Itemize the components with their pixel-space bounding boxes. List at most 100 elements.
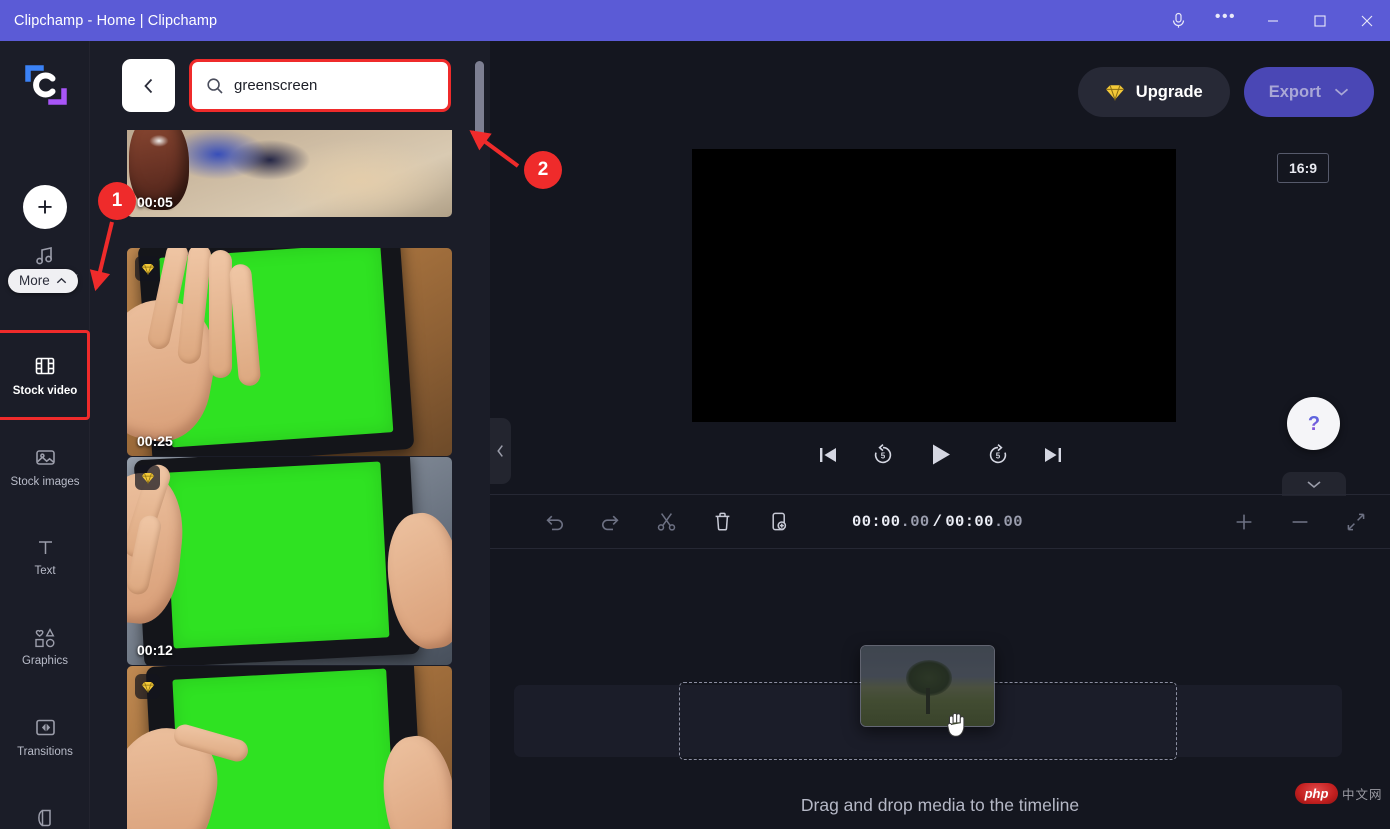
fit-to-screen-button[interactable]	[1328, 495, 1384, 548]
annotation-marker-2: 2	[524, 151, 562, 189]
sidebar-item-transitions[interactable]: Transitions	[0, 703, 90, 771]
diamond-icon	[141, 263, 155, 275]
split-button[interactable]	[638, 495, 694, 548]
rewind-5-icon: 5	[871, 443, 895, 467]
watermark: php 中文网	[1295, 783, 1383, 804]
stock-video-result[interactable]: 00:12	[127, 666, 452, 829]
svg-text:5: 5	[880, 451, 885, 460]
video-preview-canvas[interactable]	[692, 149, 1176, 422]
thumbnail-art	[127, 248, 452, 456]
duplicate-icon	[768, 511, 789, 532]
play-button[interactable]	[927, 441, 954, 468]
chevron-up-icon	[56, 277, 67, 285]
library-panel: 00:05	[90, 41, 490, 829]
minimize-icon[interactable]	[1249, 0, 1296, 41]
more-tooltip: More	[8, 269, 78, 293]
add-media-label: +	[37, 194, 53, 221]
chevron-left-icon	[496, 444, 505, 458]
playback-controls: 5 5	[490, 441, 1390, 468]
skip-to-start-icon	[817, 444, 839, 466]
back-button[interactable]	[122, 59, 175, 112]
chevron-down-icon	[1334, 87, 1349, 97]
sidebar-item-label: Stock images	[10, 476, 79, 488]
scissors-icon	[656, 511, 677, 532]
add-media-button[interactable]: +	[23, 185, 67, 229]
window-titlebar: Clipchamp - Home | Clipchamp •••	[0, 0, 1390, 41]
maximize-icon[interactable]	[1296, 0, 1343, 41]
clipchamp-window: Clipchamp - Home | Clipchamp •••	[0, 0, 1390, 829]
timecode-separator: /	[933, 513, 943, 531]
skip-to-start-button[interactable]	[817, 444, 839, 466]
microphone-icon[interactable]	[1155, 0, 1202, 41]
premium-badge	[135, 674, 160, 699]
stock-video-result[interactable]: 00:05	[127, 130, 452, 217]
redo-icon	[600, 511, 621, 532]
sidebar-item-label: Graphics	[22, 655, 68, 667]
minus-icon	[1289, 511, 1311, 533]
dragged-media-thumbnail[interactable]	[860, 645, 995, 727]
search-icon	[206, 77, 224, 95]
search-input[interactable]	[234, 77, 434, 94]
sidebar-item-label: Text	[34, 565, 55, 577]
forward-5-button[interactable]: 5	[986, 443, 1010, 467]
search-box[interactable]	[189, 59, 451, 112]
timeline-panel-toggle[interactable]	[1282, 472, 1346, 496]
timecode-display: 00:00.00/00:00.00	[852, 495, 1023, 548]
rewind-5-button[interactable]: 5	[871, 443, 895, 467]
window-title: Clipchamp - Home | Clipchamp	[14, 13, 217, 29]
sidebar-item-stock-video[interactable]: Stock video	[0, 341, 90, 409]
upgrade-button[interactable]: Upgrade	[1078, 67, 1230, 117]
close-icon[interactable]	[1343, 0, 1390, 41]
redo-button[interactable]	[582, 495, 638, 548]
timeline-zoom-controls	[1216, 495, 1384, 548]
svg-text:?: ?	[1307, 413, 1319, 435]
sidebar-item-brand-kit[interactable]: Brand kit	[0, 793, 90, 829]
upgrade-label: Upgrade	[1136, 83, 1203, 102]
zoom-in-button[interactable]	[1216, 495, 1272, 548]
ellipsis-icon[interactable]: •••	[1202, 0, 1249, 41]
export-button[interactable]: Export	[1244, 67, 1374, 117]
sidebar-item-graphics[interactable]: Graphics	[0, 613, 90, 681]
window-controls: •••	[1155, 0, 1390, 41]
timeline-track-area[interactable]: Drag and drop media to the timeline	[490, 549, 1390, 829]
timeline-toolbar: 00:00.00/00:00.00	[490, 495, 1390, 548]
play-icon	[927, 441, 954, 468]
current-time-frac: .00	[901, 513, 930, 531]
skip-to-end-icon	[1042, 444, 1064, 466]
zoom-out-button[interactable]	[1272, 495, 1328, 548]
annotation-marker-1: 1	[98, 182, 136, 220]
skip-to-end-button[interactable]	[1042, 444, 1064, 466]
more-tooltip-label: More	[19, 273, 50, 288]
current-time-main: 00:00	[852, 513, 901, 531]
export-label: Export	[1269, 83, 1321, 102]
collapse-library-button[interactable]	[490, 418, 511, 484]
undo-icon	[544, 511, 565, 532]
watermark-brand: php	[1295, 783, 1338, 804]
aspect-ratio-badge[interactable]: 16:9	[1277, 153, 1329, 183]
sidebar-item-label: Transitions	[17, 746, 73, 758]
stock-video-result[interactable]: 00:12	[127, 457, 452, 665]
trash-icon	[712, 511, 733, 532]
stock-video-result[interactable]: 00:25	[127, 248, 452, 456]
diamond-icon	[1105, 84, 1125, 101]
chevron-down-icon	[1306, 480, 1322, 489]
stock-video-results[interactable]: 00:05	[90, 130, 490, 829]
premium-badge	[135, 256, 160, 281]
duration-badge: 00:05	[137, 194, 173, 210]
editor-topbar: Upgrade Export	[1078, 67, 1374, 117]
svg-text:5: 5	[995, 451, 1000, 460]
undo-button[interactable]	[526, 495, 582, 548]
clipchamp-logo-icon	[20, 59, 72, 111]
left-rail: + Music & SFX Stock video Sto	[0, 41, 90, 829]
thumbnail-art	[127, 666, 452, 829]
plus-icon	[1233, 511, 1255, 533]
sidebar-item-stock-images[interactable]: Stock images	[0, 433, 90, 501]
diamond-icon	[141, 681, 155, 693]
search-container	[189, 59, 451, 112]
duration-badge: 00:25	[137, 433, 173, 449]
sidebar-item-text[interactable]: Text	[0, 523, 90, 591]
thumbnail-art	[127, 457, 452, 665]
delete-button[interactable]	[694, 495, 750, 548]
duplicate-button[interactable]	[750, 495, 806, 548]
library-header	[90, 41, 490, 130]
